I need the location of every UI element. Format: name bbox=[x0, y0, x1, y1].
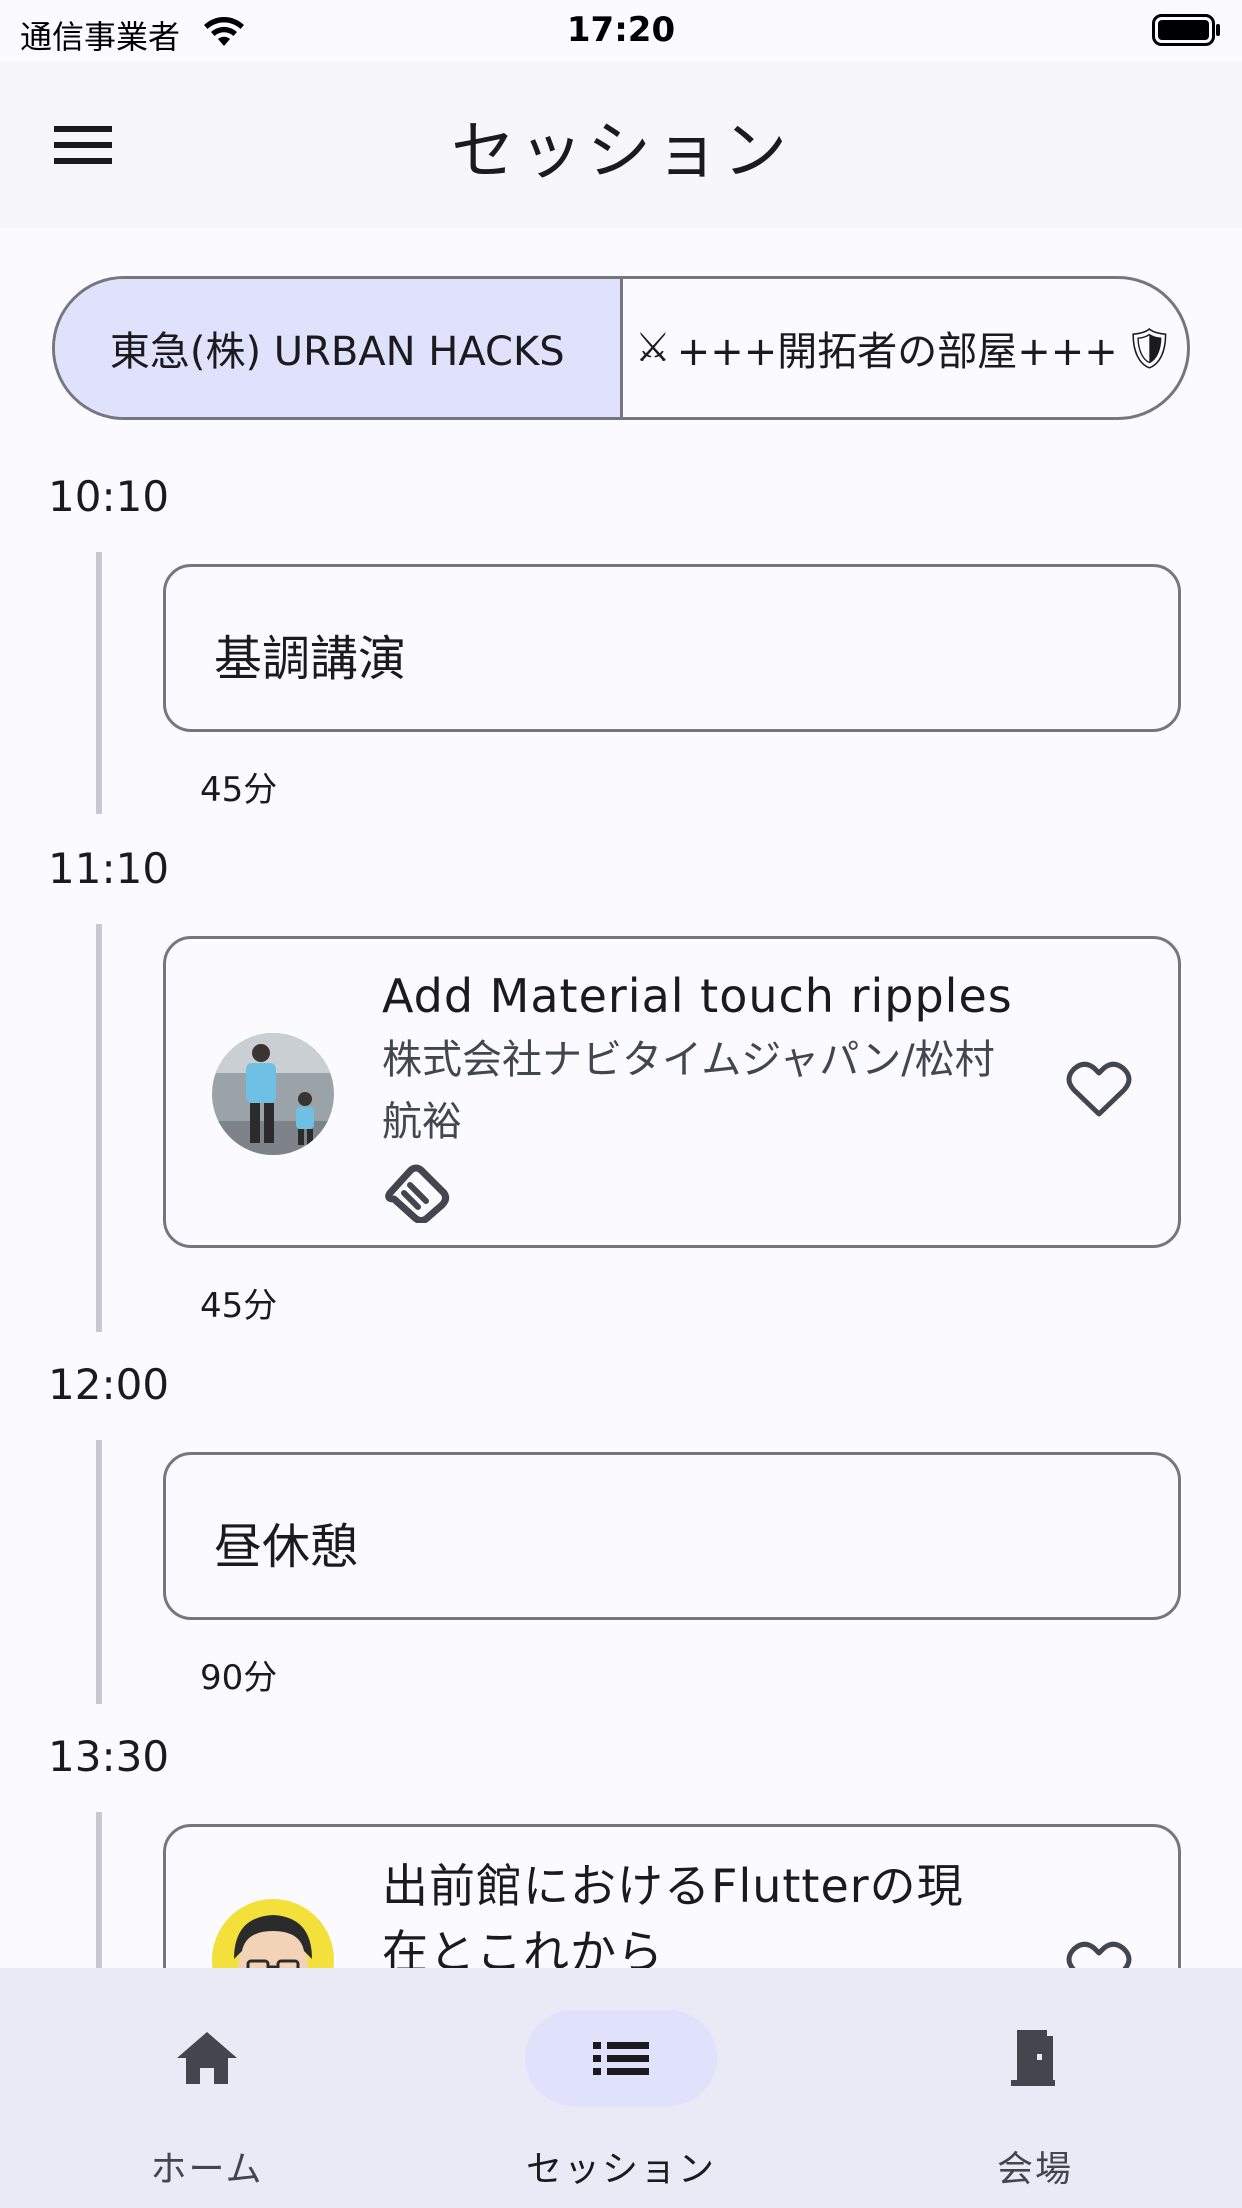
app-bar: セッション bbox=[0, 62, 1242, 228]
door-icon bbox=[1011, 2030, 1055, 2086]
room-tab-urban-hacks[interactable]: 東急(株) URBAN HACKS bbox=[55, 279, 623, 417]
session-speaker: 株式会社ナビタイムジャパン/松村 航裕 bbox=[382, 1037, 1035, 1145]
session-title: Add Material touch ripples bbox=[382, 969, 1013, 1023]
session-duration: 45分 bbox=[200, 1286, 278, 1326]
timeline-line bbox=[96, 552, 102, 814]
nav-label: セッション bbox=[525, 2149, 716, 2190]
nav-item-sessions[interactable]: セッション bbox=[414, 1968, 828, 2208]
room-tab-label: 東急(株) URBAN HACKS bbox=[109, 329, 565, 375]
handshake-icon bbox=[385, 1164, 450, 1223]
session-title: 基調講演 bbox=[214, 631, 407, 687]
status-bar: 通信事業者 17:20 bbox=[0, 0, 1242, 62]
clock: 17:20 bbox=[566, 10, 676, 50]
time-slot-label: 10:10 bbox=[48, 472, 170, 521]
session-title: 昼休憩 bbox=[214, 1519, 359, 1575]
timeline-line bbox=[96, 924, 102, 1332]
time-slot-label: 11:10 bbox=[48, 844, 170, 893]
session-card[interactable]: Add Material touch ripples 株式会社ナビタイムジャパン… bbox=[163, 936, 1181, 1248]
room-selector: 東急(株) URBAN HACKS ⚔ +++開拓者の部屋+++ 🛡 bbox=[52, 276, 1190, 420]
bottom-navigation: ホーム セッション 会場 bbox=[0, 1968, 1242, 2208]
list-icon bbox=[593, 2042, 649, 2075]
shield-icon: 🛡 bbox=[1123, 325, 1175, 372]
favorite-heart-icon[interactable] bbox=[1066, 1059, 1132, 1119]
nav-item-venue[interactable]: 会場 bbox=[828, 1968, 1242, 2208]
nav-item-home[interactable]: ホーム bbox=[0, 1968, 414, 2208]
time-slot-label: 12:00 bbox=[48, 1360, 170, 1409]
swords-icon: ⚔ bbox=[634, 325, 671, 371]
timeline-line bbox=[96, 1440, 102, 1704]
session-card[interactable]: 昼休憩 bbox=[163, 1452, 1181, 1620]
time-slot-label: 13:30 bbox=[48, 1732, 170, 1781]
battery-icon bbox=[1152, 14, 1220, 46]
room-tab-pioneer[interactable]: ⚔ +++開拓者の部屋+++ 🛡 bbox=[623, 279, 1188, 417]
sessions-screen: 通信事業者 17:20 セッション 東急(株) URBAN HACKS ⚔ ++… bbox=[0, 0, 1242, 2208]
home-icon bbox=[177, 2032, 237, 2084]
session-title: 出前館におけるFlutterの現在とこれから bbox=[382, 1859, 964, 1979]
session-duration: 90分 bbox=[200, 1658, 278, 1698]
page-title: セッション bbox=[451, 115, 791, 189]
session-card[interactable]: 基調講演 bbox=[163, 564, 1181, 732]
nav-label: ホーム bbox=[150, 2149, 264, 2190]
speaker-avatar bbox=[212, 1033, 334, 1155]
room-tab-label: +++開拓者の部屋+++ bbox=[676, 329, 1118, 375]
session-duration: 45分 bbox=[200, 770, 278, 810]
nav-label: 会場 bbox=[996, 2149, 1073, 2190]
